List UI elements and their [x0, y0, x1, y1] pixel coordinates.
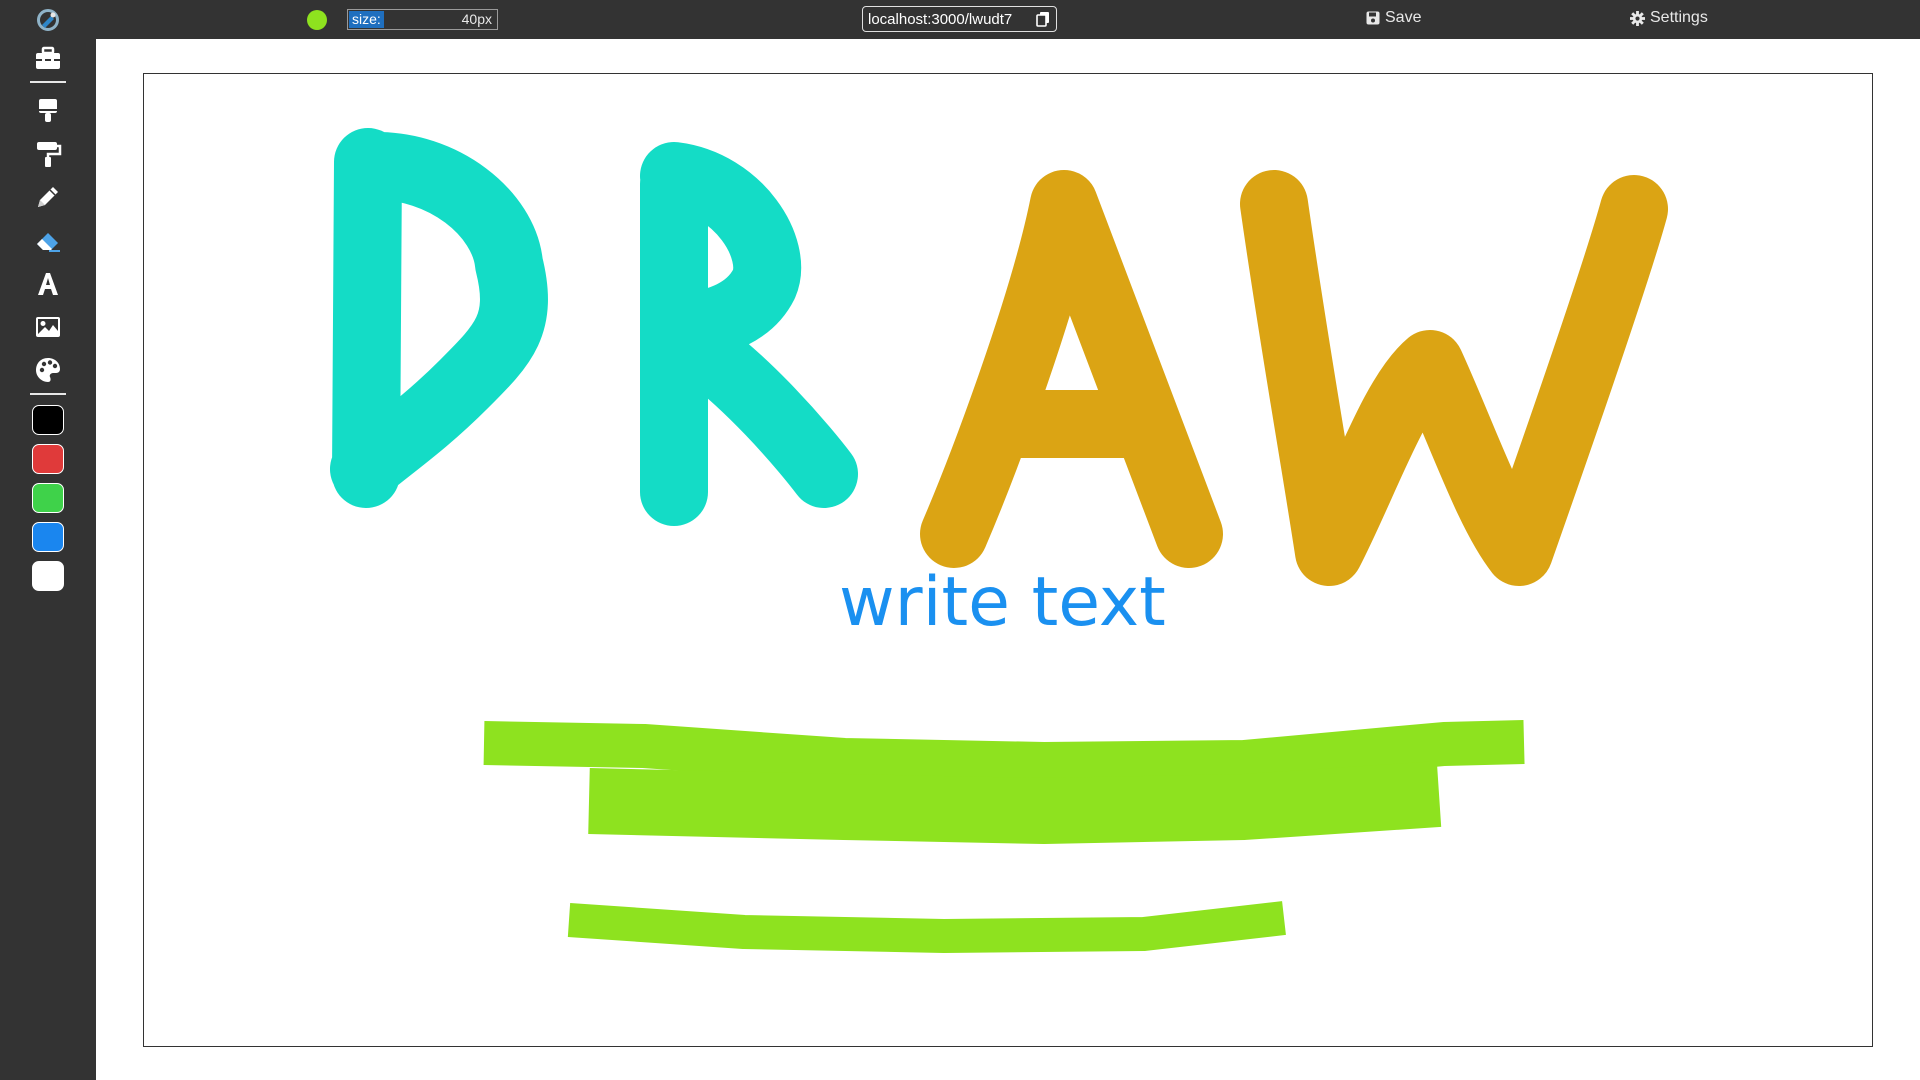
stroke-lime-scribble-1 — [483, 720, 1525, 786]
share-url-field[interactable]: localhost:3000/lwudt7 — [862, 6, 1057, 32]
swatch-green[interactable] — [32, 483, 64, 513]
swatch-black[interactable] — [32, 405, 64, 435]
share-url-text: localhost:3000/lwudt7 — [868, 10, 1013, 28]
stroke-letter-r — [640, 142, 858, 526]
tool-image[interactable] — [28, 310, 68, 344]
tool-toolbox[interactable] — [28, 42, 68, 76]
gear-icon — [1630, 10, 1645, 26]
save-label: Save — [1385, 9, 1422, 26]
pencil-icon — [38, 187, 58, 207]
tool-palette[interactable] — [28, 353, 68, 387]
sidebar-divider — [30, 393, 66, 395]
canvas-text-label: write text — [839, 563, 1166, 642]
save-button[interactable]: Save — [1366, 9, 1421, 27]
sidebar-divider — [30, 81, 66, 83]
app-logo-icon[interactable] — [36, 8, 60, 32]
tool-brush[interactable] — [28, 94, 68, 128]
tool-eraser[interactable] — [28, 223, 68, 257]
tool-pencil[interactable] — [28, 180, 68, 214]
stroke-letter-w — [1240, 170, 1668, 586]
palette-icon — [36, 358, 60, 382]
settings-label: Settings — [1650, 9, 1708, 26]
settings-button[interactable]: Settings — [1630, 9, 1708, 27]
top-toolbar: size: 40px localhost:3000/lwudt7 Save Se… — [0, 0, 1920, 39]
stroke-letter-d — [330, 128, 548, 508]
size-label: size: — [349, 11, 384, 28]
brush-icon — [39, 99, 57, 122]
drawing-canvas[interactable]: write text — [143, 73, 1873, 1047]
tool-paint-roller[interactable] — [28, 137, 68, 171]
brush-size-input[interactable]: size: 40px — [347, 9, 498, 30]
paint-roller-icon — [37, 142, 62, 167]
stroke-lime-scribble-2 — [588, 761, 1442, 844]
tool-text[interactable] — [28, 267, 68, 301]
toolbox-icon — [36, 46, 60, 69]
text-icon — [38, 273, 58, 295]
swatch-blue[interactable] — [32, 522, 64, 552]
image-icon — [36, 317, 60, 337]
stroke-letter-a — [920, 170, 1223, 568]
eraser-icon — [37, 233, 60, 252]
copy-icon[interactable] — [1035, 11, 1051, 27]
canvas-strokes — [330, 128, 1668, 953]
swatch-white[interactable] — [32, 561, 64, 591]
size-value: 40px — [461, 11, 492, 27]
stroke-lime-scribble-3 — [567, 901, 1286, 953]
tool-sidebar — [0, 0, 96, 1080]
save-icon — [1366, 11, 1380, 25]
current-color-indicator[interactable] — [307, 10, 327, 30]
swatch-red[interactable] — [32, 444, 64, 474]
